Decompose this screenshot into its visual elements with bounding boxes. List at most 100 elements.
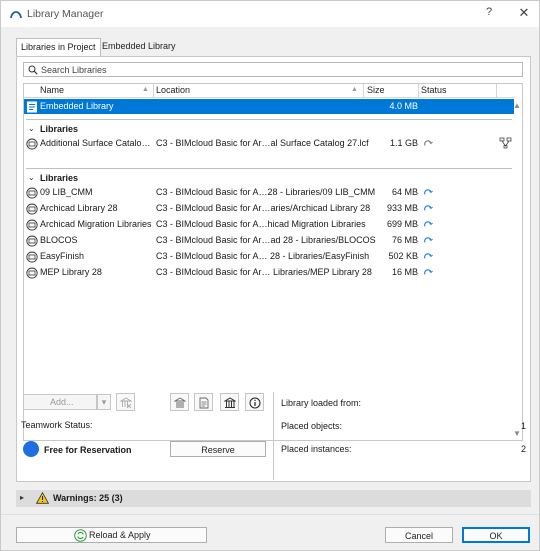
- list-item[interactable]: Additional Surface Catalo… C3 - BIMcloud…: [24, 136, 514, 151]
- reservation-status-icon: [23, 441, 39, 457]
- library-size: 1.1 GB: [389, 138, 418, 148]
- column-name[interactable]: Name: [40, 85, 64, 95]
- bimcloud-library-icon: [26, 203, 38, 215]
- library-size: 64 MB: [391, 187, 418, 197]
- scroll-up-icon[interactable]: ▲: [513, 101, 521, 110]
- embedded-library-icon: [27, 101, 37, 113]
- chevron-right-icon[interactable]: ▸: [20, 493, 24, 502]
- list-item-embedded-library[interactable]: Embedded Library 4.0 MB: [24, 99, 514, 114]
- cloud-sync-icon: [424, 221, 433, 227]
- chevron-down-icon[interactable]: ⌄: [28, 124, 35, 133]
- warnings-label: Warnings: 25 (3): [53, 493, 123, 503]
- library-name: Additional Surface Catalo…: [40, 138, 151, 148]
- library-name: BLOCOS: [40, 235, 78, 245]
- placed-instances-label: Placed instances:: [281, 444, 352, 454]
- library-manager-window: Library Manager ? ✕ Libraries in Project…: [0, 0, 540, 551]
- list-item[interactable]: 09 LIB_CMM C3 - BIMcloud Basic for A…28 …: [24, 185, 514, 200]
- libraries-panel: Name ▲ Location ▲ Size Status Em: [16, 56, 531, 482]
- library-size: 76 MB: [391, 235, 418, 245]
- group-header-libraries[interactable]: ⌄ Libraries: [24, 119, 514, 134]
- group-header-libraries[interactable]: ⌄ Libraries: [24, 168, 514, 183]
- close-button[interactable]: ✕: [516, 5, 532, 21]
- library-name: 09 LIB_CMM: [40, 187, 93, 197]
- library-list: Name ▲ Location ▲ Size Status Embedded L…: [23, 83, 523, 441]
- library-manager-settings-button[interactable]: [220, 393, 239, 411]
- library-report-button[interactable]: [194, 393, 213, 411]
- library-size: 502 KB: [388, 251, 418, 261]
- library-name: Embedded Library: [40, 101, 114, 111]
- library-location: C3 - BIMcloud Basic for Ar…aries/Archica…: [156, 203, 371, 213]
- cloud-sync-icon: [424, 237, 433, 243]
- cloud-sync-icon: [424, 205, 433, 211]
- divider: [26, 168, 512, 169]
- vertical-divider: [273, 392, 274, 480]
- vertical-scrollbar[interactable]: ▲ ▼: [512, 84, 522, 440]
- column-status[interactable]: Status: [421, 85, 447, 95]
- cancel-button[interactable]: Cancel: [385, 527, 453, 543]
- bimcloud-library-icon: [26, 187, 38, 199]
- bimcloud-library-icon: [26, 235, 38, 247]
- placed-instances-value: 2: [520, 444, 526, 454]
- tab-libraries-in-project[interactable]: Libraries in Project: [16, 38, 101, 57]
- group-label: Libraries: [40, 124, 79, 134]
- document-icon: [199, 397, 209, 409]
- divider: [1, 514, 539, 515]
- column-location[interactable]: Location: [156, 85, 190, 95]
- library-name: Archicad Migration Libraries: [40, 219, 152, 229]
- cloud-sync-icon: [424, 189, 433, 195]
- tab-embedded-library[interactable]: Embedded Library: [98, 38, 180, 56]
- sort-arrow-icon: ▲: [142, 86, 149, 93]
- library-size: 16 MB: [391, 267, 418, 277]
- divider: [26, 119, 512, 120]
- add-dropdown-button[interactable]: ▾: [97, 394, 111, 410]
- group-label: Libraries: [40, 173, 79, 183]
- info-icon: [249, 397, 261, 409]
- reload-apply-label: Reload & Apply: [89, 530, 151, 540]
- placed-objects-label: Placed objects:: [281, 421, 343, 431]
- library-location: C3 - BIMcloud Basic for A…hicad Migratio…: [156, 219, 366, 229]
- cloud-sync-gray-icon: [424, 140, 433, 146]
- column-header: Name ▲ Location ▲ Size Status: [24, 84, 514, 98]
- list-item[interactable]: Archicad Migration Libraries C3 - BIMclo…: [24, 217, 514, 232]
- search-input[interactable]: [41, 64, 511, 76]
- mapping-icon[interactable]: [499, 137, 512, 149]
- library-stack-icon: [174, 397, 186, 408]
- library-location: C3 - BIMcloud Basic for Ar…al Surface Ca…: [156, 138, 369, 148]
- library-size: 933 MB: [386, 203, 418, 213]
- bimcloud-library-icon: [26, 267, 38, 279]
- reload-apply-button[interactable]: Reload & Apply: [16, 527, 207, 543]
- add-button[interactable]: Add...: [23, 394, 97, 410]
- chevron-down-icon[interactable]: ⌄: [28, 173, 35, 182]
- teamwork-status-label: Teamwork Status:: [21, 420, 93, 430]
- warnings-bar[interactable]: ▸ Warnings: 25 (3): [16, 490, 531, 507]
- list-item[interactable]: MEP Library 28 C3 - BIMcloud Basic for A…: [24, 265, 514, 280]
- help-button[interactable]: ?: [482, 6, 496, 18]
- list-item[interactable]: EasyFinish C3 - BIMcloud Basic for A… 28…: [24, 249, 514, 264]
- library-loaded-from-label: Library loaded from:: [281, 398, 362, 408]
- cloud-sync-icon: [424, 269, 433, 275]
- cloud-sync-icon: [424, 253, 433, 259]
- reload-icon: [74, 529, 87, 542]
- move-library-button[interactable]: [170, 393, 189, 411]
- title-bar: Library Manager ? ✕: [1, 1, 539, 27]
- library-size: 699 MB: [386, 219, 418, 229]
- archicad-logo-icon: [10, 11, 22, 19]
- bimcloud-library-icon: [26, 219, 38, 231]
- library-name: MEP Library 28: [40, 267, 102, 277]
- list-item[interactable]: BLOCOS C3 - BIMcloud Basic for Ar…ad 28 …: [24, 233, 514, 248]
- info-button[interactable]: [245, 393, 264, 411]
- column-separator: [363, 84, 364, 98]
- column-separator: [153, 84, 154, 98]
- list-item[interactable]: Archicad Library 28 C3 - BIMcloud Basic …: [24, 201, 514, 216]
- remove-library-button[interactable]: [116, 393, 135, 411]
- column-size[interactable]: Size: [367, 85, 385, 95]
- ok-button[interactable]: OK: [462, 527, 530, 543]
- column-separator: [418, 84, 419, 98]
- window-title: Library Manager: [27, 8, 104, 20]
- library-size: 4.0 MB: [389, 101, 418, 111]
- library-location: C3 - BIMcloud Basic for A…28 - Libraries…: [156, 187, 376, 197]
- remove-library-icon: [120, 397, 132, 409]
- placed-objects-value: 1: [520, 421, 526, 431]
- reserve-button[interactable]: Reserve: [170, 441, 266, 457]
- library-location: C3 - BIMcloud Basic for A… 28 - Librarie…: [156, 251, 370, 261]
